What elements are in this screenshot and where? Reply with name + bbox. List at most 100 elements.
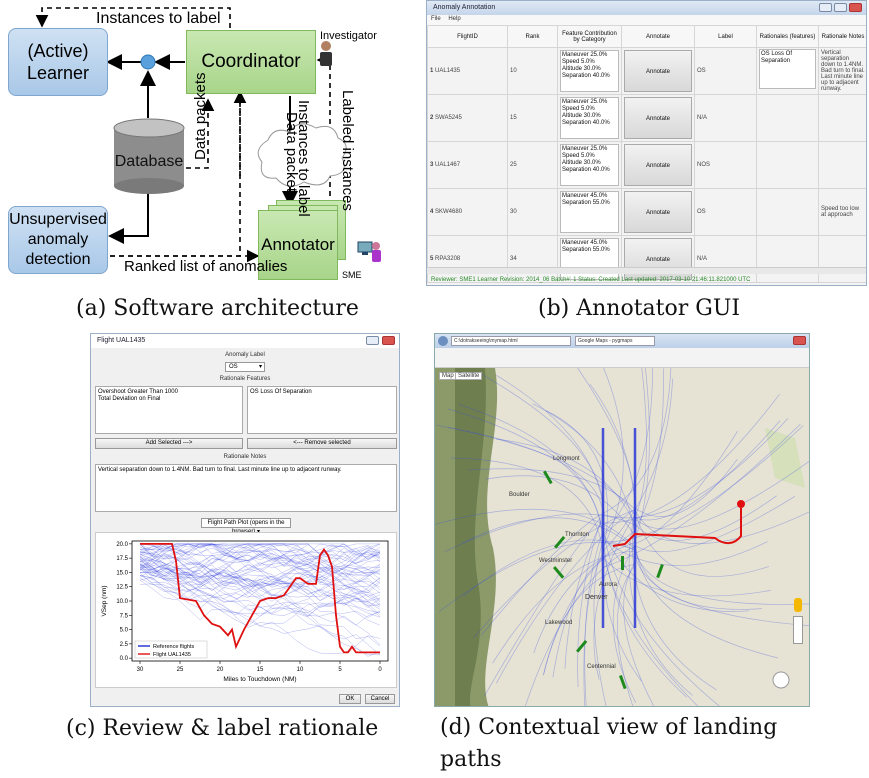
review-close-button[interactable] xyxy=(382,336,395,345)
rationale-features-heading: Rationale Features xyxy=(219,376,271,382)
gui-close-button[interactable] xyxy=(849,3,862,12)
col-feature: Feature Contribution by Category xyxy=(557,25,622,48)
annotator-gui-window: Anomaly Annotation File Help FlightID Ra… xyxy=(426,0,867,286)
unsupervised-box: Unsupervised anomaly detection xyxy=(8,206,108,274)
available-features-list[interactable]: Overshoot Greater Than 1000 Total Deviat… xyxy=(95,386,243,434)
plot-panel: 30 25 20 15 10 5 0 0.0 2.5 5.0 7.5 10.0 12.5 15.0 17.5… xyxy=(95,532,397,688)
list-item[interactable]: Overshoot Greater Than 1000 xyxy=(98,389,240,396)
zoom-control[interactable] xyxy=(793,616,803,644)
vsep-chart: 30 25 20 15 10 5 0 0.0 2.5 5.0 7.5 10.0 12.5 15.0 17.5… xyxy=(101,540,389,683)
col-label: Label xyxy=(694,25,757,48)
landing-path-line xyxy=(634,539,779,659)
col-annotate: Annotate xyxy=(621,25,695,48)
coordinator-label: Coordinator xyxy=(201,51,301,72)
street-view-icon[interactable] xyxy=(794,598,802,612)
x-tick-label: 15 xyxy=(257,667,264,673)
place-label: Centennial xyxy=(587,664,616,670)
x-axis-label: Miles to Touchdown (NM) xyxy=(223,676,296,683)
annotate-button[interactable]: Annotate xyxy=(624,191,692,233)
table-row[interactable]: 1 UAL1435 10 Maneuver 25.0% Speed 5.0% Alt… xyxy=(427,47,866,95)
map-marker-icon[interactable] xyxy=(737,500,745,508)
place-label: Lakewood xyxy=(545,620,573,626)
chevron-down-icon: ▾ xyxy=(258,364,262,370)
data-packets-left: Data packets xyxy=(192,72,209,160)
col-flightid: FlightID xyxy=(427,25,508,48)
table-header: FlightID Rank Feature Contribution by Ca… xyxy=(427,25,866,48)
x-tick-label: 30 xyxy=(137,667,144,673)
y-axis-label: VSep (nm) xyxy=(101,585,108,616)
architecture-diagram: (Active) Learner Coordinator Database Un… xyxy=(0,0,430,290)
gui-minimize-button[interactable] xyxy=(819,3,832,12)
y-tick-label: 17.5 xyxy=(116,556,128,562)
back-button[interactable] xyxy=(438,336,448,346)
legend-label-ual1435: Flight UAL1435 xyxy=(153,652,191,658)
annotate-button[interactable]: Annotate xyxy=(624,144,692,186)
list-item[interactable]: OS Loss Of Separation xyxy=(250,389,394,396)
runway-marker xyxy=(553,566,565,579)
legend-label-reference: Reference flights xyxy=(153,644,195,650)
landing-path-line xyxy=(634,420,781,521)
bookmarks-bar xyxy=(435,348,809,368)
y-tick-label: 2.5 xyxy=(120,642,129,648)
runway-marker xyxy=(656,564,664,579)
list-item[interactable]: Total Deviation on Final xyxy=(98,396,240,403)
address-bar[interactable]: C:\dotrakseeing\mymap.html xyxy=(451,336,571,346)
menu-help[interactable]: Help xyxy=(448,16,460,22)
selected-features-list[interactable]: OS Loss Of Separation xyxy=(247,386,397,434)
landing-path-line xyxy=(634,551,809,605)
flight-path-plot-select[interactable]: Flight Path Plot (opens in the browser) … xyxy=(201,518,291,535)
x-tick-label: 0 xyxy=(378,667,382,673)
table-row[interactable]: 3 UAL1467 25 Maneuver 25.0% Speed 5.0% Alt… xyxy=(427,141,866,189)
caption-c: (c) Review & label rationale xyxy=(66,716,379,741)
place-label: Longmont xyxy=(553,456,580,462)
map-type-satellite-tab[interactable]: Satellite xyxy=(455,372,483,380)
landing-path-line xyxy=(602,418,789,519)
col-rationales: Rationales (features) xyxy=(756,25,819,48)
table-row[interactable]: 2 SWA5245 15 Maneuver 25.0% Speed 5.0% Alt… xyxy=(427,94,866,142)
x-tick-label: 5 xyxy=(338,667,342,673)
anomaly-label-select[interactable]: OS ▾ xyxy=(225,362,265,372)
investigator-label: Investigator xyxy=(320,30,377,42)
reference-flight-line xyxy=(139,568,381,647)
browser-tab[interactable]: Google Maps - pygmaps xyxy=(575,336,655,346)
browser-close-button[interactable] xyxy=(793,336,806,345)
menu-file[interactable]: File xyxy=(431,16,441,22)
investigator-icon xyxy=(320,41,332,66)
remove-selected-button[interactable]: <--- Remove selected xyxy=(247,438,397,449)
ranked-list-label: Ranked list of anomalies xyxy=(124,258,288,275)
add-selected-button[interactable]: Add Selected ---> xyxy=(95,438,243,449)
junction-node xyxy=(140,54,156,70)
horizontal-scrollbar[interactable] xyxy=(427,267,866,274)
landing-path-line xyxy=(634,495,777,541)
learner-line1: (Active) xyxy=(27,41,89,61)
y-tick-label: 5.0 xyxy=(120,628,129,634)
cancel-button[interactable]: Cancel xyxy=(365,694,395,704)
y-tick-label: 0.0 xyxy=(120,656,129,662)
landing-path-line xyxy=(634,458,738,517)
gui-maximize-button[interactable] xyxy=(834,3,847,12)
ok-button[interactable]: OK xyxy=(339,694,361,704)
rationale-cell[interactable]: OS Loss Of Separation xyxy=(759,49,816,89)
active-learner-box: (Active) Learner xyxy=(8,28,108,96)
landing-path-line xyxy=(634,496,796,552)
y-tick-label: 20.0 xyxy=(116,542,128,548)
place-label: Aurora xyxy=(599,582,618,588)
caption-d: (d) Contextual view of landing paths xyxy=(440,715,778,772)
rationale-notes-heading: Rationale Notes xyxy=(223,454,267,460)
rationale-notes-input[interactable]: Vertical separation down to 1.4NM. Bad t… xyxy=(95,464,397,512)
caption-a: (a) Software architecture xyxy=(76,296,359,321)
anomaly-label-heading: Anomaly Label xyxy=(225,352,265,358)
learner-line2: Learner xyxy=(26,63,90,83)
x-tick-label: 10 xyxy=(297,667,304,673)
table-row[interactable]: 4 SKW4680 30 Maneuver 45.0% Separation 55… xyxy=(427,188,866,236)
place-label: Boulder xyxy=(509,492,530,498)
browser-toolbar: C:\dotrakseeing\mymap.html Google Maps -… xyxy=(435,334,809,348)
place-label: Thornton xyxy=(565,532,590,538)
x-tick-label: 20 xyxy=(217,667,224,673)
gui-menubar: File Help xyxy=(427,15,866,25)
map-paths xyxy=(435,368,809,706)
map-canvas[interactable]: Map Satellite Longmont Boulder Thornton … xyxy=(435,368,809,706)
annotate-button[interactable]: Annotate xyxy=(624,50,692,92)
annotate-button[interactable]: Annotate xyxy=(624,97,692,139)
review-help-button[interactable] xyxy=(366,336,379,345)
